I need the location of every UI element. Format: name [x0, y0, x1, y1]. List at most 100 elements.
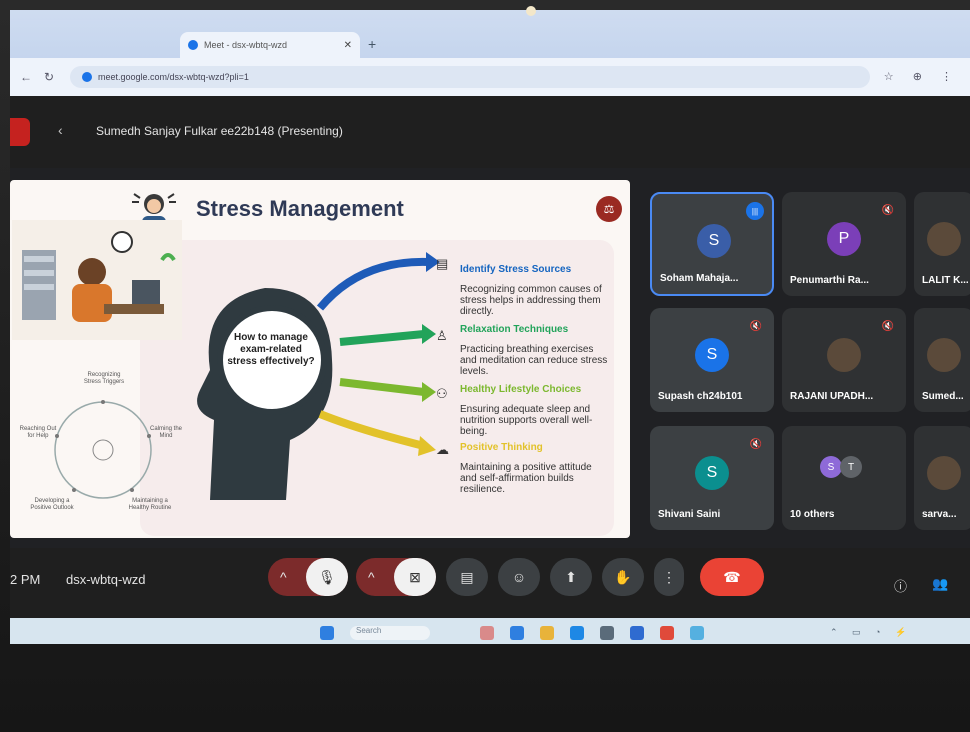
emoji-reaction-icon[interactable]: ☺ [498, 558, 540, 596]
mic-control-group: ^ 🎙 [268, 558, 348, 596]
participant-tile[interactable]: RAJANI UPADH... 🔇 [782, 308, 906, 412]
participant-name: Soham Mahaja... [660, 273, 739, 284]
point-heading: Healthy Lifestyle Choices [460, 384, 582, 395]
meditation-icon: ♙ [436, 328, 448, 343]
lifestyle-icon: ⚇ [436, 386, 448, 401]
taskbar-app-icon[interactable] [480, 626, 494, 640]
leave-call-button[interactable]: ☎ [700, 558, 764, 596]
participant-name: Supash ch24b101 [658, 391, 743, 402]
point-text: Ensuring adequate sleep and nutrition su… [460, 404, 593, 437]
browser-tab[interactable]: Meet - dsx-wbtq-wzd ✕ [180, 32, 360, 58]
participant-avatar: S [820, 456, 842, 478]
browser-tab-bar: Meet - dsx-wbtq-wzd ✕ + [10, 10, 970, 58]
file-explorer-icon[interactable] [540, 626, 554, 640]
participant-name: sarva... [922, 509, 957, 520]
windows-taskbar: Search ⌃ ▭ ◔ ⚡ [10, 618, 970, 644]
participant-name: Shivani Saini [658, 509, 721, 520]
mic-muted-icon: 🔇 [749, 438, 763, 450]
branch-arrows [316, 252, 440, 456]
meet-header: ‹ Sumedh Sanjay Fulkar ee22b148 (Present… [10, 96, 970, 168]
central-question: How to manage exam-related stress effect… [227, 332, 315, 367]
presenter-label: Sumedh Sanjay Fulkar ee22b148 (Presentin… [96, 124, 343, 138]
participant-photo [927, 222, 961, 256]
point-text: Maintaining a positive attitude and self… [460, 462, 592, 495]
participant-avatar: T [840, 456, 862, 478]
mic-muted-icon: 🔇 [881, 204, 895, 216]
browser-toolbar-icons[interactable]: ☆ ⊕ ⋮ [884, 70, 960, 83]
captions-icon[interactable]: ▤ [446, 558, 488, 596]
taskbar-search[interactable]: Search [350, 626, 430, 640]
address-bar-row: ← ↻ meet.google.com/dsx-wbtq-wzd?pli=1 ☆… [10, 58, 970, 96]
tab-title: Meet - dsx-wbtq-wzd [204, 40, 288, 50]
participant-tile[interactable]: P Penumarthi Ra... 🔇 [782, 192, 906, 296]
site-info-icon[interactable] [82, 72, 92, 82]
speaking-indicator-icon: ||| [746, 202, 764, 220]
stress-cycle-diagram [54, 400, 152, 499]
chrome-icon[interactable] [660, 626, 674, 640]
camera-control-group: ^ ⊠ [356, 558, 436, 596]
participant-photo [927, 338, 961, 372]
student-illustration [12, 220, 182, 340]
thought-bubble-icon: ☁ [436, 442, 449, 457]
participant-avatar: P [827, 222, 861, 256]
slide-title: Stress Management [196, 196, 404, 221]
start-icon[interactable] [320, 626, 334, 640]
participant-name: LALIT K... [922, 275, 969, 286]
back-arrow-icon[interactable]: ← [20, 70, 32, 84]
meeting-code: dsx-wbtq-wzd [66, 572, 146, 587]
close-tab-icon[interactable]: ✕ [344, 40, 352, 51]
participant-avatar: S [695, 456, 729, 490]
point-heading: Relaxation Techniques [460, 324, 569, 335]
clipboard-search-icon: ▤ [436, 256, 449, 271]
meeting-info-icon[interactable]: ⓘ [894, 576, 907, 595]
mic-muted-icon: 🔇 [749, 320, 763, 332]
present-screen-icon[interactable]: ⬆ [550, 558, 592, 596]
participant-name: 10 others [790, 509, 835, 520]
point-heading: Positive Thinking [460, 442, 543, 453]
participant-tile[interactable]: S Supash ch24b101 🔇 [650, 308, 774, 412]
meeting-control-bar: 2 PM dsx-wbtq-wzd ^ 🎙 ^ ⊠ ▤ ☺ ⬆ ✋ ⋮ ☎ ⓘ … [10, 548, 970, 620]
clock: 2 PM [10, 572, 41, 587]
webcam [526, 6, 536, 16]
camera-off-icon[interactable]: ⊠ [394, 558, 436, 596]
participant-tile[interactable]: sarva... [914, 426, 970, 530]
participant-tile[interactable]: S T 10 others [782, 426, 906, 530]
institute-logo: ⚖ [596, 196, 622, 222]
participant-tile[interactable]: S Shivani Saini 🔇 [650, 426, 774, 530]
participant-tile[interactable]: Sumed... [914, 308, 970, 412]
point-text: Recognizing common causes of stress help… [460, 284, 602, 317]
more-options-icon[interactable]: ⋮ [654, 558, 684, 596]
participant-photo [827, 338, 861, 372]
mic-options-chevron-icon[interactable]: ^ [280, 569, 287, 585]
screen: Meet - dsx-wbtq-wzd ✕ + ← ↻ meet.google.… [10, 10, 970, 644]
reload-icon[interactable]: ↻ [44, 70, 54, 84]
presented-slide: Stress Management ⚖ Recognizing Stress T… [10, 180, 630, 538]
participant-photo [927, 456, 961, 490]
taskbar-app-icon[interactable] [510, 626, 524, 640]
taskbar-app-icon[interactable] [630, 626, 644, 640]
participant-tile[interactable]: LALIT K... [914, 192, 970, 296]
mic-muted-icon: 🔇 [881, 320, 895, 332]
url-field[interactable]: meet.google.com/dsx-wbtq-wzd?pli=1 [70, 66, 870, 88]
raise-hand-icon[interactable]: ✋ [602, 558, 644, 596]
meet-favicon-icon [188, 40, 198, 50]
back-chevron-icon[interactable]: ‹ [58, 122, 63, 138]
participant-name: Sumed... [922, 391, 964, 402]
camera-options-chevron-icon[interactable]: ^ [368, 569, 375, 585]
participant-tile[interactable]: S Soham Mahaja... ||| [650, 192, 774, 296]
system-tray-icons[interactable]: ⌃ ▭ ◔ ⚡ [830, 627, 912, 638]
participant-name: RAJANI UPADH... [790, 391, 874, 402]
participant-name: Penumarthi Ra... [790, 275, 869, 286]
mic-off-icon[interactable]: 🎙 [306, 558, 348, 596]
taskbar-app-icon[interactable] [690, 626, 704, 640]
participant-avatar: S [697, 224, 731, 258]
people-icon[interactable]: 👥 [932, 576, 948, 592]
point-text: Practicing breathing exercises and medit… [460, 344, 608, 377]
meet-logo-icon [10, 118, 30, 146]
taskbar-app-icon[interactable] [600, 626, 614, 640]
participant-avatar: S [695, 338, 729, 372]
point-heading: Identify Stress Sources [460, 264, 572, 275]
edge-icon[interactable] [570, 626, 584, 640]
new-tab-icon[interactable]: + [368, 36, 376, 52]
url-text: meet.google.com/dsx-wbtq-wzd?pli=1 [98, 72, 249, 82]
